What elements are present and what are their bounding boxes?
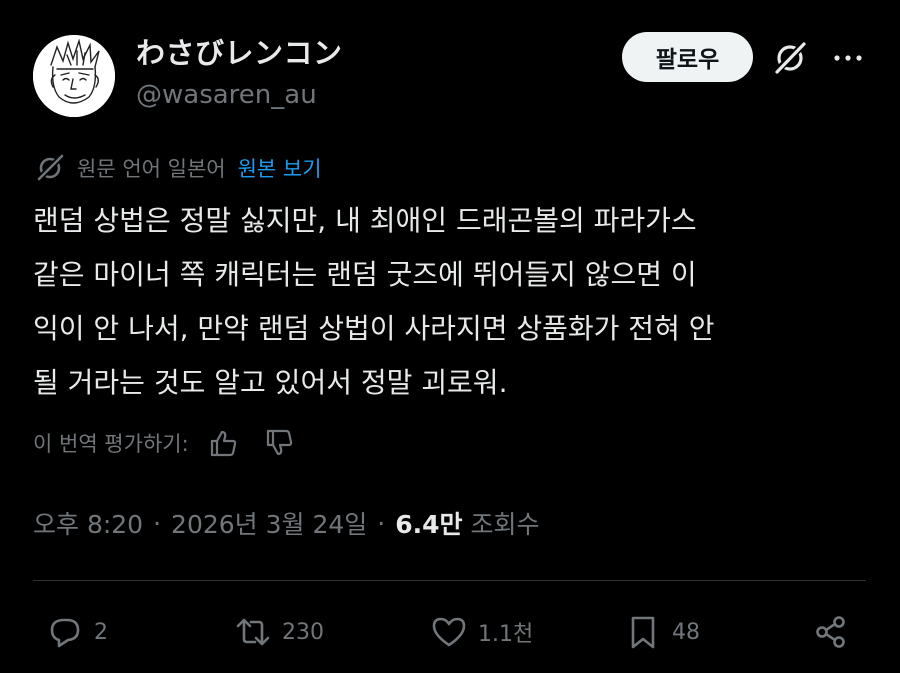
views-label: 조회수 — [470, 510, 540, 539]
like-button[interactable]: 1.1천 — [430, 610, 533, 654]
author-display-name[interactable]: わさびレンコン — [136, 30, 343, 72]
bookmark-icon — [631, 616, 655, 649]
reply-icon — [50, 618, 80, 648]
thumbs-up-icon[interactable] — [207, 427, 239, 459]
repost-count: 230 — [282, 619, 324, 645]
share-button[interactable] — [812, 610, 860, 654]
bookmark-count: 48 — [672, 619, 700, 645]
heart-icon — [432, 617, 466, 647]
tweet-text: 랜덤 상법은 정말 싫지만, 내 최애인 드래곤볼의 파라가스 같은 마이너 쪽… — [33, 194, 873, 410]
divider — [33, 580, 866, 581]
avatar-sketch-icon — [33, 35, 115, 117]
author-handle[interactable]: @wasaren_au — [136, 80, 317, 110]
bookmark-button[interactable]: 48 — [624, 610, 700, 654]
tweet-time[interactable]: 오후 8:20 — [33, 505, 143, 541]
rate-translation-label: 이 번역 평가하기: — [33, 432, 189, 456]
more-icon[interactable] — [826, 38, 870, 78]
reply-button[interactable]: 2 — [46, 610, 108, 654]
grok-icon[interactable] — [770, 38, 810, 78]
tweet-text-line: 랜덤 상법은 정말 싫지만, 내 최애인 드래곤볼의 파라가스 — [33, 204, 697, 237]
like-count: 1.1천 — [478, 622, 534, 647]
rate-translation: 이 번역 평가하기: — [33, 424, 319, 462]
tweet-detail: わさびレンコン @wasaren_au 팔로우 원문 언어 일본어 원본 보기 … — [0, 0, 900, 673]
grok-translate-icon — [37, 154, 64, 181]
translation-language-label: 원문 언어 일본어 — [77, 157, 226, 181]
follow-button[interactable]: 팔로우 — [622, 32, 753, 82]
meta-separator: · — [153, 508, 162, 538]
tweet-text-line: 같은 마이너 쪽 캐릭터는 랜덤 굿즈에 뛰어들지 않으면 이 — [33, 258, 697, 291]
avatar[interactable] — [33, 35, 115, 117]
views-count: 6.4만 — [395, 510, 463, 539]
thumbs-down-icon[interactable] — [263, 427, 295, 459]
translation-notice: 원문 언어 일본어 원본 보기 — [33, 150, 322, 186]
share-icon — [816, 616, 845, 648]
repost-icon — [236, 618, 270, 646]
reply-count: 2 — [94, 619, 108, 645]
tweet-text-line: 될 거라는 것도 알고 있어서 정말 괴로워. — [33, 366, 508, 399]
tweet-text-line: 익이 안 나서, 만약 랜덤 상법이 사라지면 상품화가 전혀 안 — [33, 312, 715, 345]
meta-separator: · — [377, 508, 386, 538]
tweet-date[interactable]: 2026년 3월 24일 — [171, 505, 367, 541]
show-original-link[interactable]: 원본 보기 — [238, 153, 322, 183]
repost-button[interactable]: 230 — [234, 610, 324, 654]
tweet-meta: 오후 8:20 · 2026년 3월 24일 · 6.4만 조회수 — [33, 503, 540, 543]
